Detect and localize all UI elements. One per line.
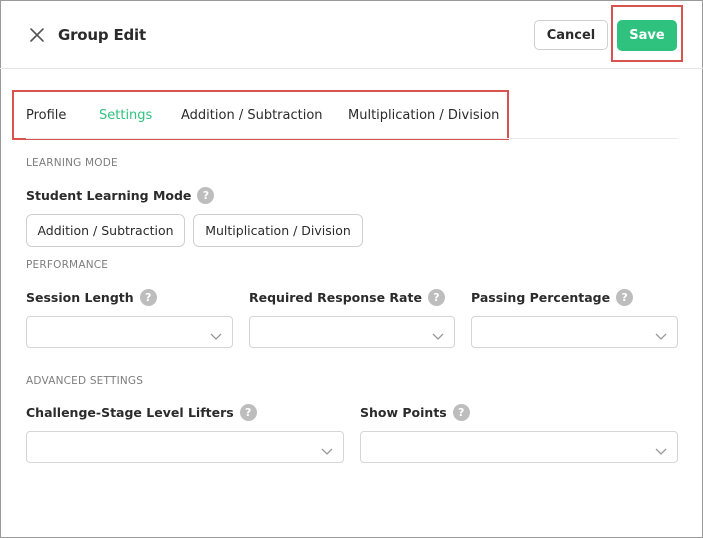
tab-multiplication-division[interactable]: Multiplication / Division	[348, 108, 499, 123]
tab-settings[interactable]: Settings	[99, 108, 152, 123]
passing-percentage-select[interactable]	[471, 316, 678, 348]
field-label-text: Student Learning Mode	[26, 188, 192, 203]
challenge-stage-level-lifters-select[interactable]	[26, 431, 344, 463]
cancel-button[interactable]: Cancel	[534, 20, 608, 50]
chevron-down-icon	[432, 327, 444, 340]
help-icon[interactable]: ?	[139, 289, 157, 306]
field-label-text: Required Response Rate	[249, 290, 422, 305]
help-icon[interactable]: ?	[427, 289, 445, 306]
required-response-rate-select[interactable]	[249, 316, 455, 348]
session-length-label: Session Length ?	[26, 289, 157, 306]
section-learning-mode: LEARNING MODE	[26, 157, 118, 169]
session-length-select[interactable]	[26, 316, 233, 348]
field-label-text: Challenge-Stage Level Lifters	[26, 405, 234, 420]
chevron-down-icon	[655, 327, 667, 340]
chevron-down-icon	[210, 327, 222, 340]
help-icon[interactable]: ?	[197, 187, 215, 204]
tab-addition-subtraction[interactable]: Addition / Subtraction	[181, 108, 323, 123]
save-button[interactable]: Save	[617, 20, 677, 51]
chevron-down-icon	[321, 442, 333, 455]
tab-profile[interactable]: Profile	[26, 108, 66, 123]
mode-addition-subtraction-button[interactable]: Addition / Subtraction	[26, 214, 185, 247]
field-label-text: Show Points	[360, 405, 447, 420]
passing-percentage-label: Passing Percentage ?	[471, 289, 634, 306]
help-icon[interactable]: ?	[616, 289, 634, 306]
required-response-rate-label: Required Response Rate ?	[249, 289, 445, 306]
student-learning-mode-label: Student Learning Mode ?	[26, 187, 215, 204]
mode-multiplication-division-button[interactable]: Multiplication / Division	[193, 214, 363, 247]
show-points-label: Show Points ?	[360, 404, 470, 421]
help-icon[interactable]: ?	[239, 404, 257, 421]
close-icon[interactable]	[28, 26, 46, 44]
challenge-stage-level-lifters-label: Challenge-Stage Level Lifters ?	[26, 404, 257, 421]
field-label-text: Session Length	[26, 290, 134, 305]
field-label-text: Passing Percentage	[471, 290, 611, 305]
header: Group Edit Cancel Save	[0, 0, 703, 69]
tabs-divider	[26, 138, 678, 139]
section-advanced-settings: ADVANCED SETTINGS	[26, 375, 144, 387]
show-points-select[interactable]	[360, 431, 678, 463]
help-icon[interactable]: ?	[452, 404, 470, 421]
page-title: Group Edit	[58, 26, 146, 44]
chevron-down-icon	[655, 442, 667, 455]
section-performance: PERFORMANCE	[26, 259, 109, 271]
